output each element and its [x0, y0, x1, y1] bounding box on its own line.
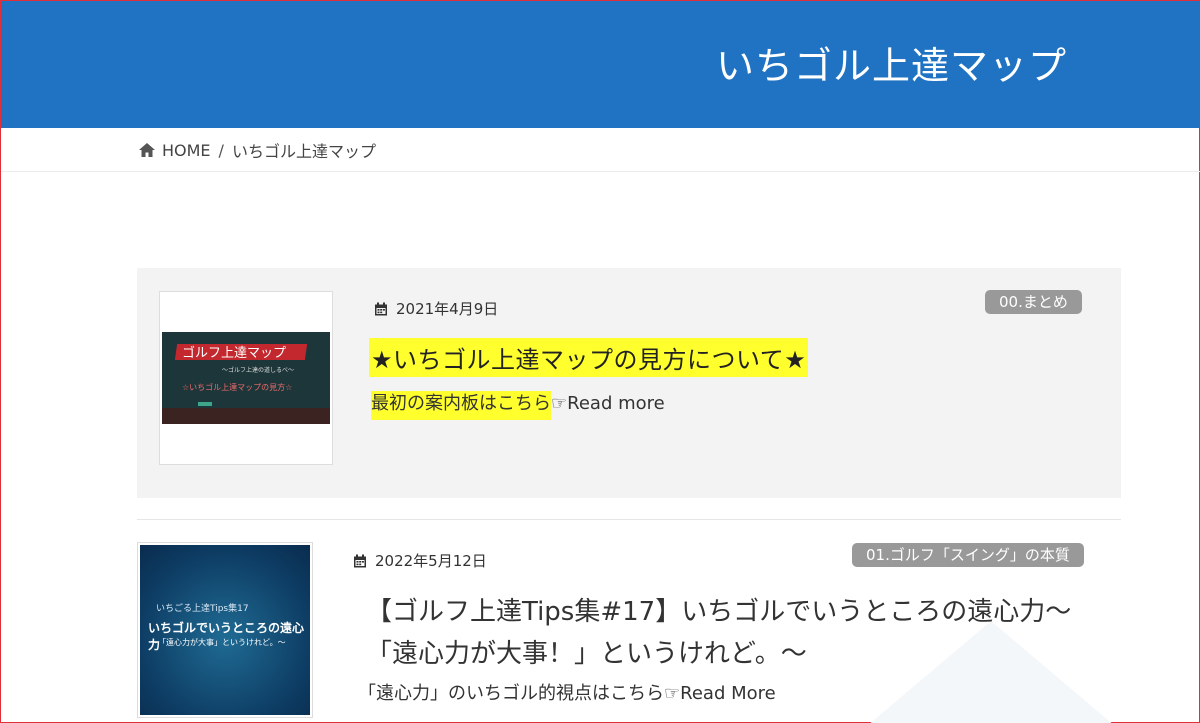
- post-excerpt: 最初の案内板はこちら☞Read more: [371, 389, 665, 420]
- post-date-text: 2021年4月9日: [396, 300, 499, 318]
- post-date-text: 2022年5月12日: [375, 552, 487, 570]
- breadcrumb-home-link[interactable]: HOME: [162, 141, 211, 160]
- post-title[interactable]: ★いちゴル上達マップの見方について★: [369, 338, 809, 377]
- post-title-line: 「遠心力が大事！」というけれど。〜: [366, 639, 807, 669]
- thumbnail-bar: [198, 402, 212, 406]
- post-thumbnail[interactable]: いちごる上達Tips集17 いちゴルでいうところの遠心力 〜「遠心力が大事」とい…: [137, 542, 313, 718]
- post-divider: [137, 519, 1121, 520]
- post-title[interactable]: 【ゴルフ上達Tips集#17】いちゴルでいうところの遠心力〜 「遠心力が大事！」…: [366, 591, 1106, 675]
- post-date: 2021年4月9日: [374, 298, 498, 319]
- thumbnail-title: ゴルフ上達マップ: [182, 346, 287, 361]
- site-header: いちゴル上達マップ: [1, 1, 1200, 128]
- post-excerpt[interactable]: 「遠心力」のいちゴル的視点はこちら☞Read More: [358, 679, 776, 705]
- post-title-line: 【ゴルフ上達Tips集#17】いちゴルでいうところの遠心力〜: [366, 597, 1072, 627]
- read-more-link[interactable]: ☞Read more: [551, 393, 665, 414]
- thumbnail-caption: ☆いちゴル上達マップの見方☆: [182, 383, 293, 392]
- site-title[interactable]: いちゴル上達マップ: [716, 35, 1067, 90]
- post-card[interactable]: ゴルフ上達マップ 〜ゴルフ上達の道しるべ〜 ☆いちゴル上達マップの見方☆ 202…: [137, 268, 1121, 498]
- breadcrumb: HOME / いちゴル上達マップ: [138, 139, 376, 161]
- thumbnail-caption: 〜「遠心力が大事」というけれど。〜: [150, 638, 286, 647]
- category-badge[interactable]: 01.ゴルフ「スイング」の本質: [852, 543, 1084, 567]
- thumbnail-image: ゴルフ上達マップ 〜ゴルフ上達の道しるべ〜 ☆いちゴル上達マップの見方☆: [162, 332, 330, 424]
- thumbnail-image: いちごる上達Tips集17 いちゴルでいうところの遠心力 〜「遠心力が大事」とい…: [140, 545, 310, 715]
- breadcrumb-current: いちゴル上達マップ: [231, 142, 376, 161]
- calendar-icon: [375, 302, 387, 315]
- home-icon: [139, 143, 155, 157]
- post-thumbnail[interactable]: ゴルフ上達マップ 〜ゴルフ上達の道しるべ〜 ☆いちゴル上達マップの見方☆: [159, 291, 333, 465]
- post-date: 2022年5月12日: [353, 550, 487, 571]
- calendar-icon: [354, 554, 366, 567]
- breadcrumb-divider: [1, 171, 1200, 172]
- excerpt-highlight: 最初の案内板はこちら: [371, 391, 551, 420]
- thumbnail-series: いちごる上達Tips集17: [156, 604, 249, 614]
- category-badge[interactable]: 00.まとめ: [985, 290, 1082, 314]
- thumbnail-subtitle: 〜ゴルフ上達の道しるべ〜: [222, 367, 295, 374]
- breadcrumb-separator: /: [218, 140, 224, 160]
- thumbnail-floor: [162, 408, 330, 424]
